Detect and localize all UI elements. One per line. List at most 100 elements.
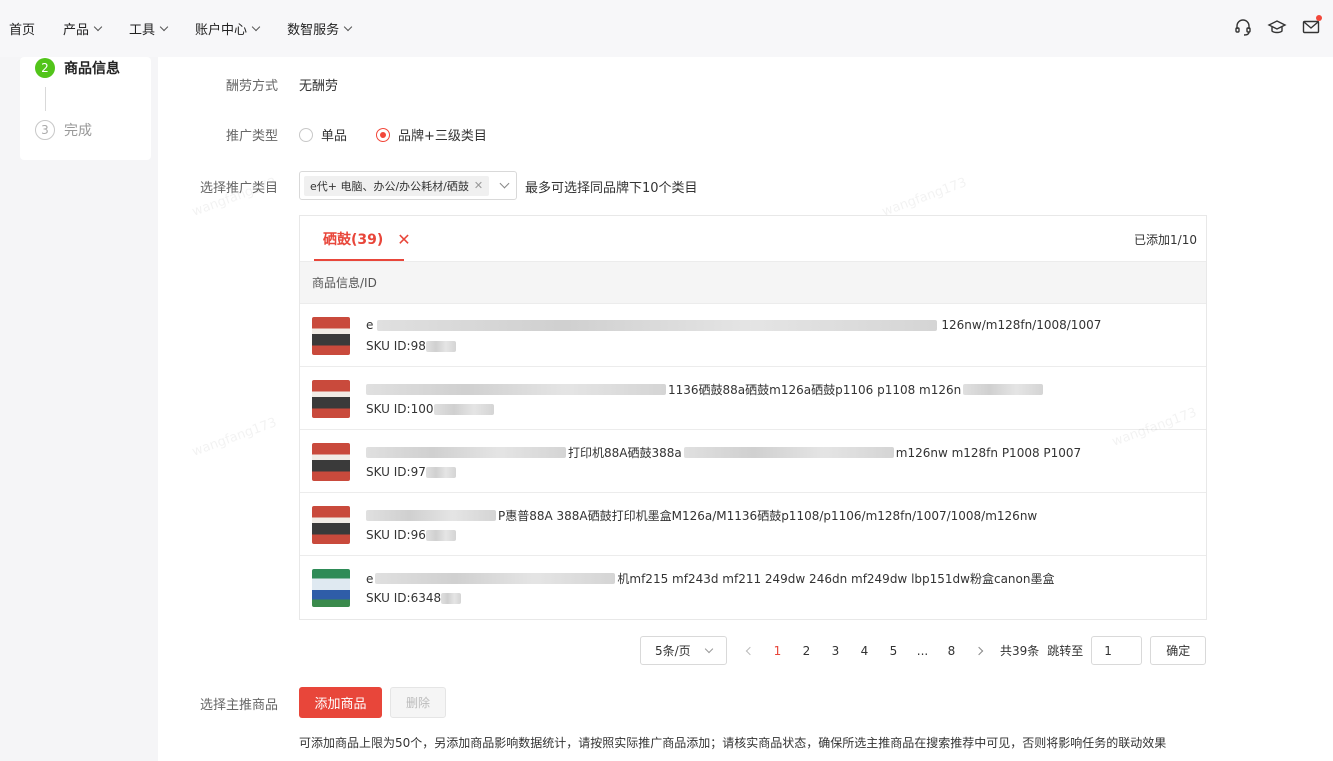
table-row[interactable]: 1136硒鼓88a硒鼓m126a硒鼓p1106 p1108 m126n SKU … xyxy=(300,367,1206,430)
top-nav: 首页 产品 工具 账户中心 数智服务 xyxy=(0,0,1333,57)
step-number: 2 xyxy=(35,58,55,78)
blurred-text xyxy=(433,403,494,415)
category-hint: 最多可选择同品牌下10个类目 xyxy=(525,181,698,196)
promo-type-label: 推广类型 xyxy=(225,129,278,144)
blurred-text xyxy=(425,340,456,352)
chevron-left-icon[interactable] xyxy=(745,646,755,655)
added-count: 已添加1/10 xyxy=(1134,233,1197,247)
category-select[interactable]: e代+ 电脑、办公/办公耗材/硒鼓 ✕ xyxy=(299,171,517,200)
page-8[interactable]: 8 xyxy=(937,644,966,658)
page-size-value: 5条/页 xyxy=(655,644,691,658)
confirm-button[interactable]: 确定 xyxy=(1150,636,1207,665)
page-size-select[interactable]: 5条/页 xyxy=(640,636,727,665)
sku-text: SKU ID:98 xyxy=(366,339,426,353)
jump-input-value: 1 xyxy=(1104,643,1112,658)
nav-account-label: 账户中心 xyxy=(195,23,248,38)
table-row[interactable]: P惠普88A 388A硒鼓打印机墨盒M126a/M1136硒鼓p1108/p11… xyxy=(300,493,1206,556)
nav-tools[interactable]: 工具 xyxy=(129,19,169,38)
product-limit-note: 可添加商品上限为50个，另添加商品影响数据统计，请按照实际推广商品添加；请核实商… xyxy=(299,736,1167,750)
total-count: 共39条 xyxy=(1000,644,1040,658)
blurred-text xyxy=(425,529,456,541)
step-number: 3 xyxy=(35,120,55,140)
category-tag-text: e代+ 电脑、办公/办公耗材/硒鼓 xyxy=(310,179,469,193)
product-title: 1136硒鼓88a硒鼓m126a硒鼓p1106 p1108 m126n xyxy=(366,381,1044,398)
step-label: 完成 xyxy=(64,123,92,139)
sku-text: SKU ID:97 xyxy=(366,465,426,479)
sku-text: SKU ID:100 xyxy=(366,402,434,416)
page-4[interactable]: 4 xyxy=(850,644,879,658)
product-title: e 机mf215 mf243d mf211 249dw 246dn mf249dw… xyxy=(366,570,1054,587)
page-ellipsis[interactable]: ... xyxy=(908,644,937,658)
tab-toner[interactable]: 硒鼓(39) ✕ xyxy=(323,229,411,249)
radio-circle xyxy=(376,127,390,142)
jump-input[interactable]: 1 xyxy=(1091,636,1143,665)
step-label: 商品信息 xyxy=(64,61,120,77)
nav-actions xyxy=(1233,15,1322,37)
mail-icon[interactable] xyxy=(1301,15,1322,37)
page-3[interactable]: 3 xyxy=(821,644,850,658)
chevron-right-icon[interactable] xyxy=(974,646,984,655)
blurred-text xyxy=(377,319,938,331)
nav-account[interactable]: 账户中心 xyxy=(195,19,261,38)
jump-label: 跳转至 xyxy=(1047,644,1084,658)
blurred-text xyxy=(375,573,616,584)
delete-button[interactable]: 删除 xyxy=(390,687,446,718)
graduation-cap-icon[interactable] xyxy=(1267,17,1287,37)
tab-label: 硒鼓(39) xyxy=(323,232,384,248)
table-row[interactable]: e 126nw/m128fn/1008/1007 SKU ID:98 xyxy=(300,304,1206,367)
blurred-text xyxy=(366,384,666,395)
table-row[interactable]: e 机mf215 mf243d mf211 249dw 246dn mf249dw… xyxy=(300,556,1206,619)
radio-label: 单品 xyxy=(321,129,348,144)
blurred-text xyxy=(366,447,566,458)
close-icon[interactable]: ✕ xyxy=(474,179,483,192)
product-thumbnail xyxy=(312,443,350,481)
title-suffix: 打印机88A硒鼓388a xyxy=(568,446,682,460)
headset-icon[interactable] xyxy=(1233,17,1253,37)
blurred-text xyxy=(425,466,456,478)
reward-label: 酬劳方式 xyxy=(225,79,278,94)
product-sku: SKU ID:97 xyxy=(366,465,456,479)
radio-label: 品牌+三级类目 xyxy=(398,129,487,144)
product-sku: SKU ID:96 xyxy=(366,528,456,542)
chevron-down-icon xyxy=(499,178,510,189)
nav-products[interactable]: 产品 xyxy=(63,19,103,38)
title-visible: e xyxy=(366,318,374,332)
chevron-down-icon xyxy=(704,644,714,654)
page-2[interactable]: 2 xyxy=(792,644,821,658)
title-suffix-2: m126nw m128fn P1008 P1007 xyxy=(895,445,1082,460)
column-header: 商品信息/ID xyxy=(312,276,377,290)
product-thumbnail xyxy=(312,317,350,355)
table-row[interactable]: 打印机88A硒鼓388a m126nw m128fn P1008 P1007 SK… xyxy=(300,430,1206,493)
blurred-text xyxy=(366,510,496,521)
confirm-label: 确定 xyxy=(1166,644,1191,658)
category-label: 选择推广类目 xyxy=(199,181,278,196)
product-sku: SKU ID:98 xyxy=(366,339,456,353)
nav-tools-label: 工具 xyxy=(129,23,156,38)
blurred-text xyxy=(963,384,1044,395)
product-thumbnail xyxy=(312,506,350,544)
product-title: e 126nw/m128fn/1008/1007 xyxy=(366,318,1101,332)
close-icon[interactable]: ✕ xyxy=(397,230,410,249)
nav-data-service[interactable]: 数智服务 xyxy=(287,19,353,38)
product-title: 打印机88A硒鼓388a m126nw m128fn P1008 P1007 xyxy=(366,444,1081,461)
category-tag: e代+ 电脑、办公/办公耗材/硒鼓 ✕ xyxy=(304,175,490,196)
category-panel: 硒鼓(39) ✕ 已添加1/10 商品信息/ID e 126nw/m128fn/1… xyxy=(299,215,1207,620)
main-product-label: 选择主推商品 xyxy=(199,698,278,713)
blurred-text xyxy=(683,447,894,458)
product-sku: SKU ID:6348 xyxy=(366,591,462,605)
nav-home[interactable]: 首页 xyxy=(9,19,35,38)
page-1[interactable]: 1 xyxy=(763,644,792,658)
radio-brand-category[interactable]: 品牌+三级类目 xyxy=(376,125,487,144)
page-5[interactable]: 5 xyxy=(879,644,908,658)
notification-dot xyxy=(1316,15,1322,21)
chevron-down-icon xyxy=(251,22,261,32)
table-header: 商品信息/ID xyxy=(300,261,1206,304)
product-sku: SKU ID:100 xyxy=(366,402,494,416)
radio-single[interactable]: 单品 xyxy=(299,125,347,144)
step-finish: 3 完成 xyxy=(35,120,92,140)
product-title: P惠普88A 388A硒鼓打印机墨盒M126a/M1136硒鼓p1108/p11… xyxy=(366,507,1037,524)
title-suffix: P惠普88A 388A硒鼓打印机墨盒M126a/M1136硒鼓p1108/p11… xyxy=(498,509,1038,523)
add-product-button[interactable]: 添加商品 xyxy=(299,687,382,718)
reward-value: 无酬劳 xyxy=(299,79,339,94)
sku-text: SKU ID:96 xyxy=(366,528,426,542)
